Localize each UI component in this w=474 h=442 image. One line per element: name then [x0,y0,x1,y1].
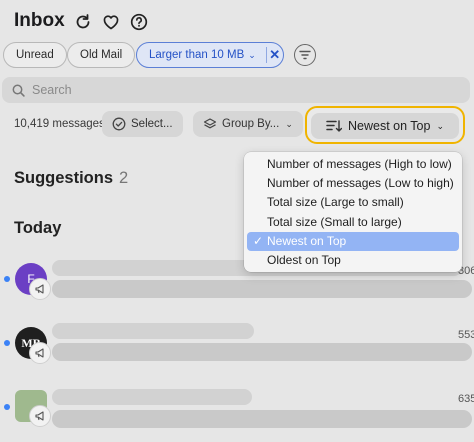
search-placeholder: Search [32,83,72,97]
layers-icon [203,118,217,129]
menu-item-label: Newest on Top [267,233,347,248]
filter-options-icon[interactable] [294,44,316,66]
suggestions-count: 2 [119,169,129,187]
menu-item-label: Total size (Large to small) [267,195,404,210]
message-count-badge: 635 [458,393,474,405]
chevron-down-icon: ⌄ [285,118,293,129]
heart-icon[interactable] [101,12,121,32]
sort-label: Newest on Top [347,119,431,133]
divider [265,47,267,63]
sort-option-oldest-on-top[interactable]: Oldest on Top [247,251,459,270]
filter-unread[interactable]: Unread [3,42,67,68]
suggestions-label: Suggestions [14,169,114,187]
megaphone-icon [29,342,51,364]
checkmark-circle-icon [112,117,126,131]
menu-item-label: Total size (Small to large) [267,214,402,229]
megaphone-icon [29,405,51,427]
message-count-badge: 553 [458,329,474,341]
unread-dot [4,340,10,346]
sort-icon [326,120,342,132]
filter-larger-than-10mb[interactable]: Larger than 10 MB ⌄ ✕ [136,42,284,68]
message-sender-placeholder [52,323,254,339]
filter-old-mail[interactable]: Old Mail [67,42,136,68]
sort-option-messages-high-low[interactable]: Number of messages (High to low) [247,155,459,174]
checkmark-icon: ✓ [253,233,264,248]
megaphone-icon [29,278,51,300]
message-sender-placeholder [52,389,252,405]
help-icon[interactable] [129,12,149,32]
message-preview-placeholder [52,343,472,361]
menu-item-label: Number of messages (Low to high) [267,176,454,191]
message-count: 10,419 messages [14,118,105,130]
message-preview-placeholder [52,410,472,428]
unread-dot [4,404,10,410]
search-icon [12,84,25,97]
sort-menu: Number of messages (High to low) Number … [244,152,462,272]
group-by-label: Group By... [222,118,280,130]
sort-option-size-large-small[interactable]: Total size (Large to small) [247,193,459,212]
chevron-down-icon: ⌄ [436,120,444,131]
menu-item-label: Oldest on Top [267,252,341,267]
suggestions-heading: Suggestions 2 [14,169,128,188]
sort-option-newest-on-top[interactable]: ✓ Newest on Top [247,231,459,251]
sort-option-size-small-large[interactable]: Total size (Small to large) [247,213,459,232]
today-heading: Today [14,219,62,237]
menu-item-label: Number of messages (High to low) [267,157,452,171]
sort-option-messages-low-high[interactable]: Number of messages (Low to high) [247,174,459,193]
filter-active-label: Larger than 10 MB [149,49,245,61]
message-preview-placeholder [52,280,472,298]
refresh-icon[interactable] [73,12,93,32]
group-by-button[interactable]: Group By... ⌄ [193,111,303,137]
sort-button[interactable]: Newest on Top ⌄ [311,113,459,139]
chevron-down-icon: ⌄ [248,50,256,60]
select-button[interactable]: Select... [102,111,183,137]
select-label: Select... [131,118,173,130]
search-field[interactable]: Search [2,77,470,103]
unread-dot [4,276,10,282]
close-icon[interactable]: ✕ [266,43,283,67]
page-title: Inbox [14,10,65,31]
